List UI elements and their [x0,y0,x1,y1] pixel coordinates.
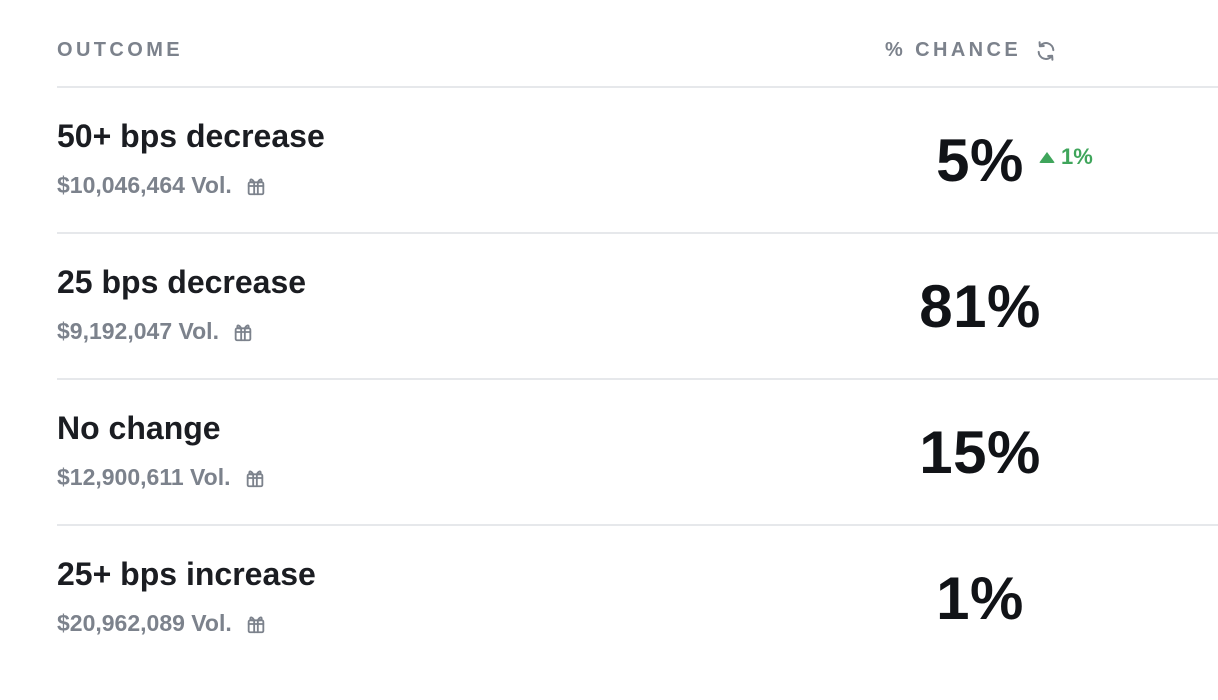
outcome-row-25-bps-increase[interactable]: 25+ bps increase $20,962,089 Vol. 1% [57,526,1218,670]
volume-text: $10,046,464 Vol. [57,172,232,198]
gift-icon[interactable] [245,613,267,635]
volume-text: $9,192,047 Vol. [57,318,219,344]
outcome-volume: $12,900,611 Vol. [57,464,266,491]
outcome-chance: 81% [919,273,1041,340]
outcome-row-no-change[interactable]: No change $12,900,611 Vol. 15% [57,380,1218,526]
outcome-column-header: OUTCOME [57,39,184,61]
chance-change-badge: 1% [1039,144,1093,170]
volume-text: $12,900,611 Vol. [57,464,231,490]
outcome-volume: $10,046,464 Vol. [57,172,267,199]
triangle-up-icon [1039,151,1055,163]
gift-icon[interactable] [232,321,254,343]
outcome-name: 25 bps decrease [57,264,307,300]
chance-column-label: % CHANCE [885,39,1022,61]
volume-text: $20,962,089 Vol. [57,610,232,636]
outcome-name: 25+ bps increase [57,556,316,592]
refresh-icon[interactable] [1035,40,1057,62]
outcome-chance: 15% [919,419,1041,486]
gift-icon[interactable] [245,175,267,197]
outcome-volume: $20,962,089 Vol. [57,610,267,637]
outcome-volume: $9,192,047 Vol. [57,318,254,345]
outcome-row-50-bps-decrease[interactable]: 50+ bps decrease $10,046,464 Vol. 5% 1% [57,88,1218,234]
outcome-chance: 1% [936,565,1024,632]
outcome-row-25-bps-decrease[interactable]: 25 bps decrease $9,192,047 Vol. 81% [57,234,1218,380]
gift-icon[interactable] [244,467,266,489]
outcome-list: 50+ bps decrease $10,046,464 Vol. 5% 1% … [57,88,1218,670]
outcome-name: No change [57,410,221,446]
chance-change-value: 1% [1061,144,1093,169]
chance-column-header: % CHANCE [885,39,1057,62]
outcome-name: 50+ bps decrease [57,118,325,154]
table-header: OUTCOME % CHANCE [57,0,1218,88]
